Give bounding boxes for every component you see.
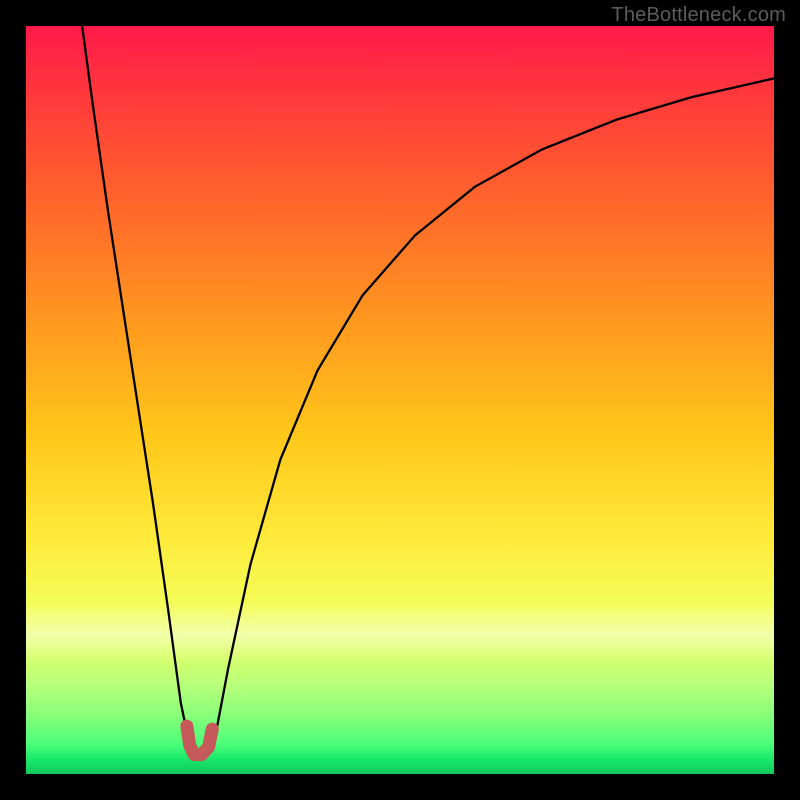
bottleneck-marker — [187, 726, 213, 755]
chart-frame: TheBottleneck.com — [0, 0, 800, 800]
curve-layer — [26, 26, 774, 774]
right-branch-curve — [208, 78, 774, 753]
watermark-text: TheBottleneck.com — [611, 4, 786, 27]
left-branch-curve — [82, 26, 196, 754]
plot-area — [26, 26, 774, 774]
